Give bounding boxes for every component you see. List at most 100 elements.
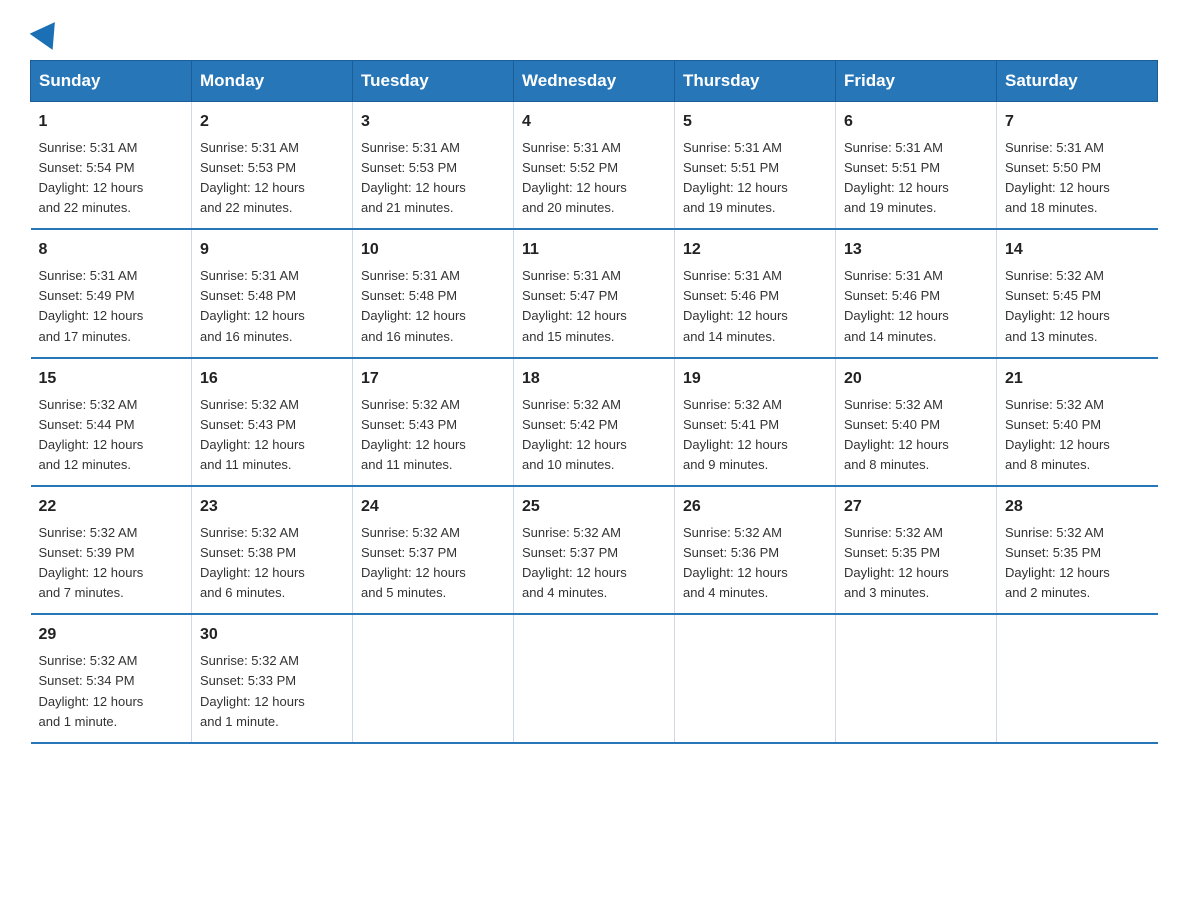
day-info: Sunrise: 5:32 AMSunset: 5:41 PMDaylight:…: [683, 395, 827, 476]
day-number: 30: [200, 623, 344, 648]
day-info: Sunrise: 5:32 AMSunset: 5:34 PMDaylight:…: [39, 651, 184, 732]
calendar-table: SundayMondayTuesdayWednesdayThursdayFrid…: [30, 60, 1158, 744]
day-number: 24: [361, 495, 505, 520]
week-row-3: 15 Sunrise: 5:32 AMSunset: 5:44 PMDayligh…: [31, 358, 1158, 486]
day-info: Sunrise: 5:31 AMSunset: 5:51 PMDaylight:…: [844, 138, 988, 219]
day-number: 11: [522, 238, 666, 263]
calendar-cell: 10 Sunrise: 5:31 AMSunset: 5:48 PMDayligh…: [353, 229, 514, 357]
day-number: 18: [522, 367, 666, 392]
day-info: Sunrise: 5:32 AMSunset: 5:40 PMDaylight:…: [844, 395, 988, 476]
day-number: 16: [200, 367, 344, 392]
day-header-thursday: Thursday: [675, 61, 836, 102]
calendar-cell: 5 Sunrise: 5:31 AMSunset: 5:51 PMDaylight…: [675, 102, 836, 230]
day-number: 6: [844, 110, 988, 135]
calendar-cell: 30 Sunrise: 5:32 AMSunset: 5:33 PMDayligh…: [192, 614, 353, 742]
day-number: 2: [200, 110, 344, 135]
calendar-cell: 19Sunrise: 5:32 AMSunset: 5:41 PMDayligh…: [675, 358, 836, 486]
day-number: 21: [1005, 367, 1150, 392]
calendar-cell: 23 Sunrise: 5:32 AMSunset: 5:38 PMDayligh…: [192, 486, 353, 614]
day-info: Sunrise: 5:31 AMSunset: 5:47 PMDaylight:…: [522, 266, 666, 347]
day-number: 9: [200, 238, 344, 263]
day-number: 7: [1005, 110, 1150, 135]
day-number: 10: [361, 238, 505, 263]
day-header-friday: Friday: [836, 61, 997, 102]
calendar-cell: 16 Sunrise: 5:32 AMSunset: 5:43 PMDayligh…: [192, 358, 353, 486]
day-header-sunday: Sunday: [31, 61, 192, 102]
day-number: 1: [39, 110, 184, 135]
day-number: 29: [39, 623, 184, 648]
day-info: Sunrise: 5:32 AMSunset: 5:40 PMDaylight:…: [1005, 395, 1150, 476]
day-number: 3: [361, 110, 505, 135]
calendar-cell: 9 Sunrise: 5:31 AMSunset: 5:48 PMDaylight…: [192, 229, 353, 357]
calendar-cell: 8 Sunrise: 5:31 AMSunset: 5:49 PMDaylight…: [31, 229, 192, 357]
day-number: 4: [522, 110, 666, 135]
calendar-cell: 6 Sunrise: 5:31 AMSunset: 5:51 PMDaylight…: [836, 102, 997, 230]
day-number: 25: [522, 495, 666, 520]
day-info: Sunrise: 5:31 AMSunset: 5:46 PMDaylight:…: [683, 266, 827, 347]
day-info: Sunrise: 5:32 AMSunset: 5:33 PMDaylight:…: [200, 651, 344, 732]
calendar-cell: 13Sunrise: 5:31 AMSunset: 5:46 PMDayligh…: [836, 229, 997, 357]
calendar-cell: 24Sunrise: 5:32 AMSunset: 5:37 PMDayligh…: [353, 486, 514, 614]
calendar-cell: 2 Sunrise: 5:31 AMSunset: 5:53 PMDaylight…: [192, 102, 353, 230]
week-row-1: 1Sunrise: 5:31 AMSunset: 5:54 PMDaylight…: [31, 102, 1158, 230]
day-info: Sunrise: 5:32 AMSunset: 5:35 PMDaylight:…: [1005, 523, 1150, 604]
calendar-body: 1Sunrise: 5:31 AMSunset: 5:54 PMDaylight…: [31, 102, 1158, 743]
day-header-wednesday: Wednesday: [514, 61, 675, 102]
logo: [30, 20, 62, 42]
calendar-cell: 27Sunrise: 5:32 AMSunset: 5:35 PMDayligh…: [836, 486, 997, 614]
calendar-cell: 22Sunrise: 5:32 AMSunset: 5:39 PMDayligh…: [31, 486, 192, 614]
day-info: Sunrise: 5:32 AMSunset: 5:38 PMDaylight:…: [200, 523, 344, 604]
day-number: 20: [844, 367, 988, 392]
calendar-cell: 4 Sunrise: 5:31 AMSunset: 5:52 PMDaylight…: [514, 102, 675, 230]
calendar-cell: 15 Sunrise: 5:32 AMSunset: 5:44 PMDayligh…: [31, 358, 192, 486]
calendar-cell: 20 Sunrise: 5:32 AMSunset: 5:40 PMDayligh…: [836, 358, 997, 486]
calendar-cell: [997, 614, 1158, 742]
calendar-cell: [514, 614, 675, 742]
calendar-cell: [675, 614, 836, 742]
day-number: 27: [844, 495, 988, 520]
day-info: Sunrise: 5:31 AMSunset: 5:52 PMDaylight:…: [522, 138, 666, 219]
day-number: 8: [39, 238, 184, 263]
day-info: Sunrise: 5:31 AMSunset: 5:48 PMDaylight:…: [361, 266, 505, 347]
calendar-cell: 17 Sunrise: 5:32 AMSunset: 5:43 PMDayligh…: [353, 358, 514, 486]
calendar-cell: 11 Sunrise: 5:31 AMSunset: 5:47 PMDayligh…: [514, 229, 675, 357]
logo-triangle-icon: [30, 14, 67, 50]
day-number: 12: [683, 238, 827, 263]
calendar-cell: [353, 614, 514, 742]
day-info: Sunrise: 5:32 AMSunset: 5:44 PMDaylight:…: [39, 395, 184, 476]
day-info: Sunrise: 5:32 AMSunset: 5:43 PMDaylight:…: [361, 395, 505, 476]
calendar-cell: 26 Sunrise: 5:32 AMSunset: 5:36 PMDayligh…: [675, 486, 836, 614]
day-number: 5: [683, 110, 827, 135]
calendar-cell: 29 Sunrise: 5:32 AMSunset: 5:34 PMDayligh…: [31, 614, 192, 742]
day-header-monday: Monday: [192, 61, 353, 102]
day-number: 28: [1005, 495, 1150, 520]
calendar-cell: 18Sunrise: 5:32 AMSunset: 5:42 PMDayligh…: [514, 358, 675, 486]
day-info: Sunrise: 5:31 AMSunset: 5:53 PMDaylight:…: [200, 138, 344, 219]
day-number: 17: [361, 367, 505, 392]
day-info: Sunrise: 5:31 AMSunset: 5:49 PMDaylight:…: [39, 266, 184, 347]
calendar-cell: 3 Sunrise: 5:31 AMSunset: 5:53 PMDaylight…: [353, 102, 514, 230]
day-info: Sunrise: 5:32 AMSunset: 5:43 PMDaylight:…: [200, 395, 344, 476]
day-info: Sunrise: 5:32 AMSunset: 5:39 PMDaylight:…: [39, 523, 184, 604]
calendar-cell: 21 Sunrise: 5:32 AMSunset: 5:40 PMDayligh…: [997, 358, 1158, 486]
page-header: [30, 20, 1158, 42]
day-number: 15: [39, 367, 184, 392]
day-number: 26: [683, 495, 827, 520]
calendar-cell: 7Sunrise: 5:31 AMSunset: 5:50 PMDaylight…: [997, 102, 1158, 230]
day-number: 23: [200, 495, 344, 520]
week-row-5: 29 Sunrise: 5:32 AMSunset: 5:34 PMDayligh…: [31, 614, 1158, 742]
day-info: Sunrise: 5:32 AMSunset: 5:36 PMDaylight:…: [683, 523, 827, 604]
day-number: 13: [844, 238, 988, 263]
calendar-cell: [836, 614, 997, 742]
logo-top: [30, 20, 62, 44]
day-info: Sunrise: 5:32 AMSunset: 5:45 PMDaylight:…: [1005, 266, 1150, 347]
calendar-cell: 12 Sunrise: 5:31 AMSunset: 5:46 PMDayligh…: [675, 229, 836, 357]
week-row-2: 8 Sunrise: 5:31 AMSunset: 5:49 PMDaylight…: [31, 229, 1158, 357]
calendar-cell: 14Sunrise: 5:32 AMSunset: 5:45 PMDayligh…: [997, 229, 1158, 357]
day-info: Sunrise: 5:31 AMSunset: 5:53 PMDaylight:…: [361, 138, 505, 219]
day-info: Sunrise: 5:31 AMSunset: 5:48 PMDaylight:…: [200, 266, 344, 347]
day-header-saturday: Saturday: [997, 61, 1158, 102]
calendar-header: SundayMondayTuesdayWednesdayThursdayFrid…: [31, 61, 1158, 102]
day-info: Sunrise: 5:31 AMSunset: 5:51 PMDaylight:…: [683, 138, 827, 219]
day-header-tuesday: Tuesday: [353, 61, 514, 102]
